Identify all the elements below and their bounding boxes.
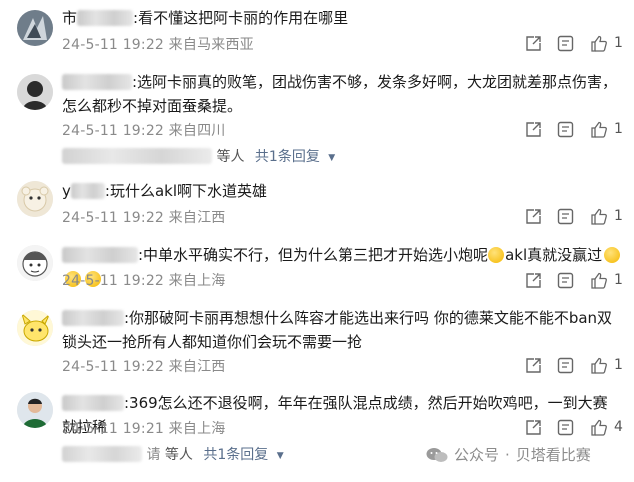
comment-text: y :玩什么akl啊下水道英雄 <box>62 179 622 203</box>
username-blurred[interactable] <box>62 310 124 326</box>
avatar-image <box>17 74 53 110</box>
avatar[interactable] <box>17 392 53 428</box>
username-blurred[interactable] <box>62 247 138 263</box>
share-icon[interactable] <box>525 35 542 52</box>
avatar-image <box>17 181 53 217</box>
comment-actions: 1 <box>522 208 632 228</box>
avatar-image <box>17 310 53 346</box>
comment-actions: 1 <box>522 121 632 141</box>
watermark-name: 贝塔看比赛 <box>515 446 591 464</box>
comment-icon[interactable] <box>557 121 574 138</box>
comment-meta: 24-5-11 19:22 来自马来西亚 <box>62 37 254 53</box>
like-count: 1 <box>614 357 623 373</box>
comment-body: :玩什么akl啊下水道英雄 <box>104 182 267 200</box>
username[interactable]: y <box>62 182 71 200</box>
comment-actions: 1 <box>522 272 632 292</box>
reply-suffix: 等人 <box>164 447 193 463</box>
like-icon[interactable] <box>590 35 608 52</box>
avatar[interactable] <box>17 74 53 110</box>
expand-replies-link[interactable]: 共1条回复 <box>203 447 268 463</box>
sweat-smile-emoji-icon <box>604 247 621 263</box>
comment-actions: 1 <box>522 357 632 377</box>
reply-name-tail: 请 <box>146 447 161 463</box>
avatar-image <box>17 392 53 428</box>
reply-names-blurred <box>62 446 142 462</box>
comment-meta: 24-5-11 19:22 来自上海 <box>62 273 226 289</box>
avatar[interactable] <box>17 310 53 346</box>
like-count: 4 <box>614 419 623 435</box>
comment-meta: 24-5-11 19:22 来自江西 <box>62 210 226 226</box>
share-icon[interactable] <box>525 208 542 225</box>
share-icon[interactable] <box>525 121 542 138</box>
username-blurred <box>70 183 105 199</box>
comment-body: :中单水平确实不行，但为什么第三把才开始选小炮呢 <box>138 246 489 264</box>
comment-body: :选阿卡丽真的败笔，团战伤害不够，发条多好啊，大龙团就差那点伤害，怎么都秒不掉对… <box>62 73 618 115</box>
like-icon[interactable] <box>590 208 608 225</box>
reply-suffix: 等人 <box>216 149 245 165</box>
like-count: 1 <box>614 35 623 51</box>
comment-icon[interactable] <box>557 357 574 374</box>
comment-text: 市 :看不懂这把阿卡丽的作用在哪里 <box>62 6 622 30</box>
comment-icon[interactable] <box>557 35 574 52</box>
avatar[interactable] <box>17 245 53 281</box>
comment-meta: 24-5-11 19:22 来自江西 <box>62 359 226 375</box>
expand-replies-link[interactable]: 共1条回复 <box>255 149 320 165</box>
chevron-down-icon[interactable]: ▼ <box>277 451 284 461</box>
avatar-image <box>17 10 53 46</box>
comment-icon[interactable] <box>557 272 574 289</box>
like-icon[interactable] <box>590 272 608 289</box>
comment-meta: 24-5-11 19:22 来自四川 <box>62 123 226 139</box>
like-count: 1 <box>614 208 623 224</box>
like-icon[interactable] <box>590 419 608 436</box>
comment-actions: 1 <box>522 35 632 55</box>
reply-summary[interactable]: 请 等人 共1条回复 ▼ <box>62 444 284 466</box>
watermark: 公众号 · 贝塔看比赛 <box>426 444 591 465</box>
comment-meta: 24-5-11 19:21 来自上海 <box>62 421 226 437</box>
comment-body: :你那破阿卡丽再想想什么阵容才能选出来行吗 你的德莱文能不能不ban双锁头还一抢… <box>62 309 613 351</box>
chevron-down-icon[interactable]: ▼ <box>328 153 335 163</box>
avatar[interactable] <box>17 181 53 217</box>
share-icon[interactable] <box>525 357 542 374</box>
comment-body: :看不懂这把阿卡丽的作用在哪里 <box>133 9 349 27</box>
comment-icon[interactable] <box>557 208 574 225</box>
sweat-smile-emoji-icon <box>488 247 505 263</box>
share-icon[interactable] <box>525 272 542 289</box>
comment-text: :你那破阿卡丽再想想什么阵容才能选出来行吗 你的德莱文能不能不ban双锁头还一抢… <box>62 306 622 354</box>
like-icon[interactable] <box>590 121 608 138</box>
avatar-image <box>17 245 53 281</box>
username-blurred[interactable] <box>62 74 132 90</box>
share-icon[interactable] <box>525 419 542 436</box>
username-blurred <box>77 10 134 26</box>
like-count: 1 <box>614 121 623 137</box>
watermark-label: 公众号 <box>454 446 500 464</box>
avatar[interactable] <box>17 10 53 46</box>
wechat-icon <box>426 447 448 462</box>
like-count: 1 <box>614 272 623 288</box>
like-icon[interactable] <box>590 357 608 374</box>
reply-names-blurred <box>62 148 212 164</box>
comment-actions: 4 <box>522 419 632 439</box>
username-blurred[interactable] <box>62 395 124 411</box>
reply-summary[interactable]: 等人 共1条回复 ▼ <box>62 146 335 168</box>
comment-icon[interactable] <box>557 419 574 436</box>
comment-body-cont: akl真就没赢过 <box>505 246 603 264</box>
username[interactable]: 市 <box>62 9 77 27</box>
comment-text: :选阿卡丽真的败笔，团战伤害不够，发条多好啊，大龙团就差那点伤害，怎么都秒不掉对… <box>62 70 622 118</box>
watermark-separator: · <box>505 445 510 464</box>
